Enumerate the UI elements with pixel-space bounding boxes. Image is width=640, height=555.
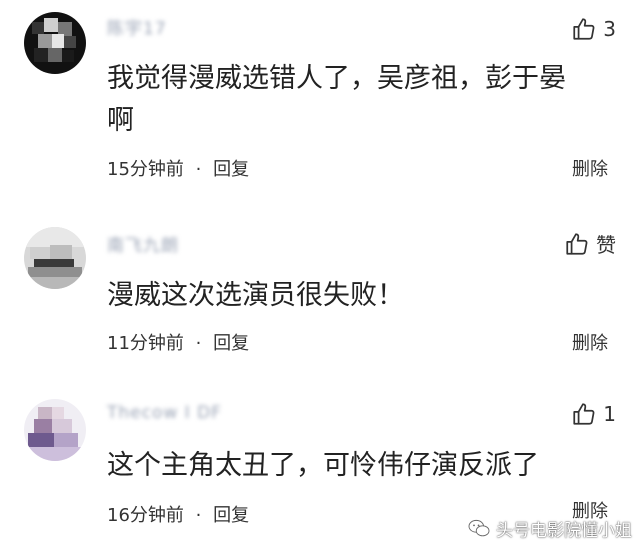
wechat-icon	[468, 519, 490, 536]
timestamp: 16分钟前	[107, 505, 184, 526]
thumbs-up-icon	[566, 232, 588, 255]
comment-text-line: 我觉得漫威选错人了，吴彦祖，彭于晏	[107, 63, 566, 94]
watermark: 头号电影院懂小姐	[468, 516, 632, 541]
like-button[interactable]: 3	[571, 16, 616, 42]
separator: ·	[195, 505, 202, 526]
like-button[interactable]: 赞	[564, 229, 616, 258]
like-count: 1	[603, 402, 616, 426]
comment-item: 陈宇17 3 我觉得漫威选错人了，吴彦祖，彭于晏 啊 15分钟前 · 回复 删除	[0, 0, 640, 195]
comment-text: 我觉得漫威选错人了，吴彦祖，彭于晏 啊	[107, 58, 617, 142]
username[interactable]: 南飞九朗	[107, 231, 179, 256]
avatar[interactable]	[24, 12, 86, 74]
avatar[interactable]	[24, 227, 86, 289]
timestamp: 11分钟前	[107, 333, 184, 354]
reply-button[interactable]: 回复	[213, 159, 249, 180]
username[interactable]: 陈宇17	[107, 14, 167, 39]
delete-button[interactable]: 删除	[572, 329, 608, 355]
watermark-text: 头号电影院懂小姐	[496, 521, 632, 541]
comment-item: 南飞九朗 赞 漫威这次选演员很失败！ 11分钟前 · 回复 删除	[0, 195, 640, 367]
comment-meta: 15分钟前 · 回复	[107, 155, 249, 181]
comment-meta: 16分钟前 · 回复	[107, 501, 249, 527]
thumbs-up-icon	[573, 18, 595, 40]
like-count: 赞	[596, 233, 616, 257]
username[interactable]: Thecow I DF	[107, 403, 222, 423]
separator: ·	[195, 333, 202, 354]
like-button[interactable]: 1	[571, 401, 616, 427]
reply-button[interactable]: 回复	[213, 333, 249, 354]
separator: ·	[195, 159, 202, 180]
comment-text: 漫威这次选演员很失败！	[107, 275, 617, 317]
delete-button[interactable]: 删除	[572, 155, 608, 181]
comment-text: 这个主角太丑了，可怜伟仔演反派了	[107, 445, 617, 487]
timestamp: 15分钟前	[107, 159, 184, 180]
thumbs-up-icon	[573, 403, 595, 425]
like-count: 3	[603, 17, 616, 41]
comment-text-line: 漫威这次选演员很失败！	[107, 280, 404, 311]
comment-text-line: 啊	[107, 105, 134, 136]
reply-button[interactable]: 回复	[213, 505, 249, 526]
avatar[interactable]	[24, 399, 86, 461]
comment-text-line: 这个主角太丑了，可怜伟仔演反派了	[107, 450, 539, 481]
comment-meta: 11分钟前 · 回复	[107, 329, 249, 355]
